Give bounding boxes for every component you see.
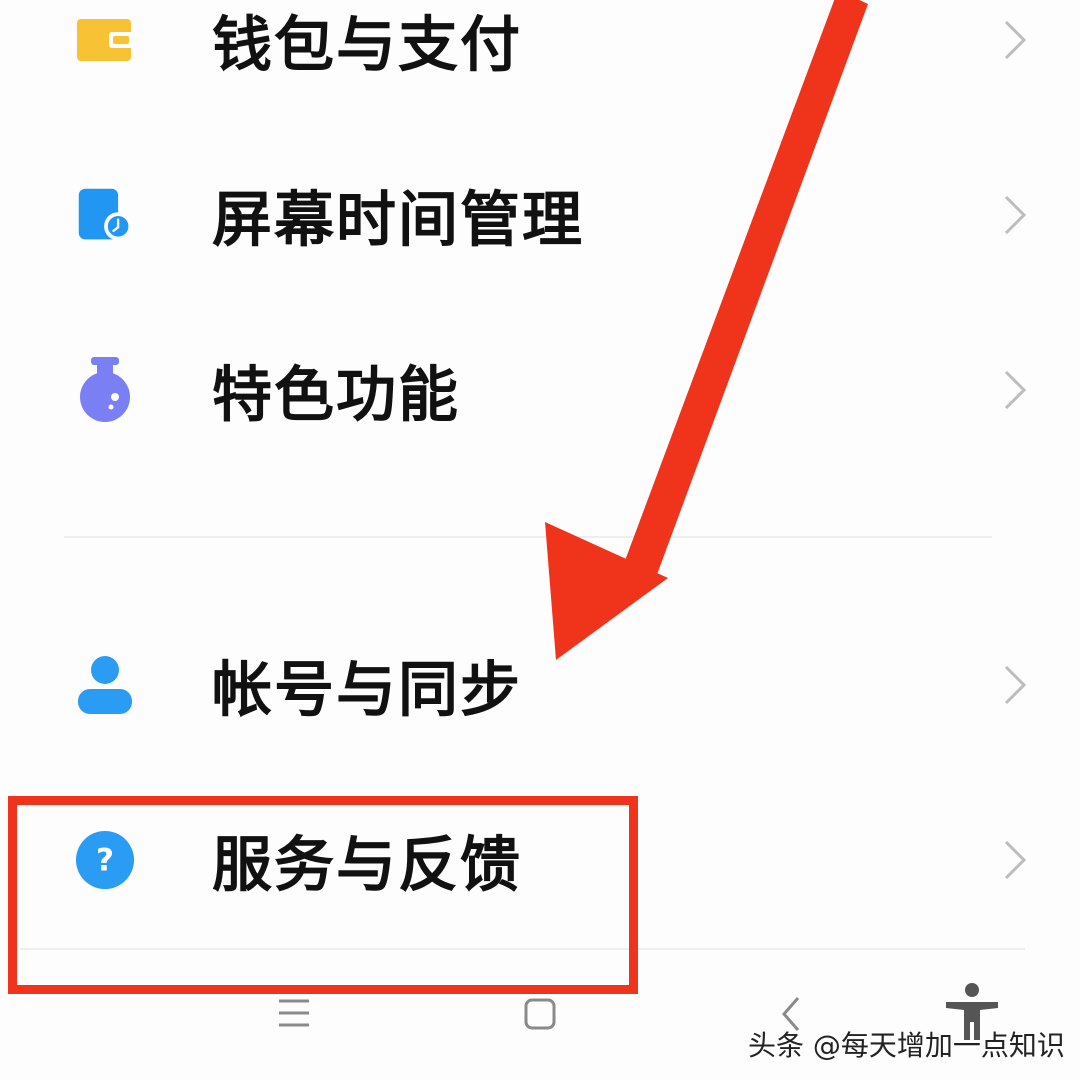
menu-item-features[interactable]: 特色功能 (0, 335, 1080, 445)
menu-item-wallet[interactable]: 钱包与支付 (0, 0, 1080, 95)
menu-item-label: 屏幕时间管理 (212, 185, 584, 256)
flask-icon (75, 357, 135, 422)
chevron-right-icon (1004, 195, 1027, 235)
chevron-right-icon (1004, 20, 1027, 60)
menu-item-account-sync[interactable]: 帐号与同步 (0, 630, 1080, 740)
menu-icon[interactable] (276, 996, 312, 1030)
menu-item-screen-time[interactable]: 屏幕时间管理 (0, 160, 1080, 270)
svg-text:?: ? (96, 843, 114, 879)
account-icon (75, 655, 135, 715)
bottom-divider (20, 948, 1025, 950)
chevron-right-icon (1004, 665, 1027, 705)
chevron-right-icon (1004, 840, 1027, 880)
help-icon: ? (75, 830, 135, 890)
wallet-icon (75, 10, 135, 70)
menu-item-label: 特色功能 (212, 360, 460, 431)
menu-item-service-feedback[interactable]: ? 服务与反馈 (0, 805, 1080, 915)
screen-time-icon (75, 185, 135, 245)
menu-item-label: 帐号与同步 (212, 655, 522, 726)
section-divider (64, 536, 992, 538)
watermark: 头条 @每天增加一点知识 (748, 1029, 1065, 1062)
chevron-right-icon (1004, 370, 1027, 410)
home-icon[interactable] (522, 996, 558, 1032)
menu-item-label: 服务与反馈 (212, 830, 522, 901)
menu-item-label: 钱包与支付 (212, 10, 522, 81)
